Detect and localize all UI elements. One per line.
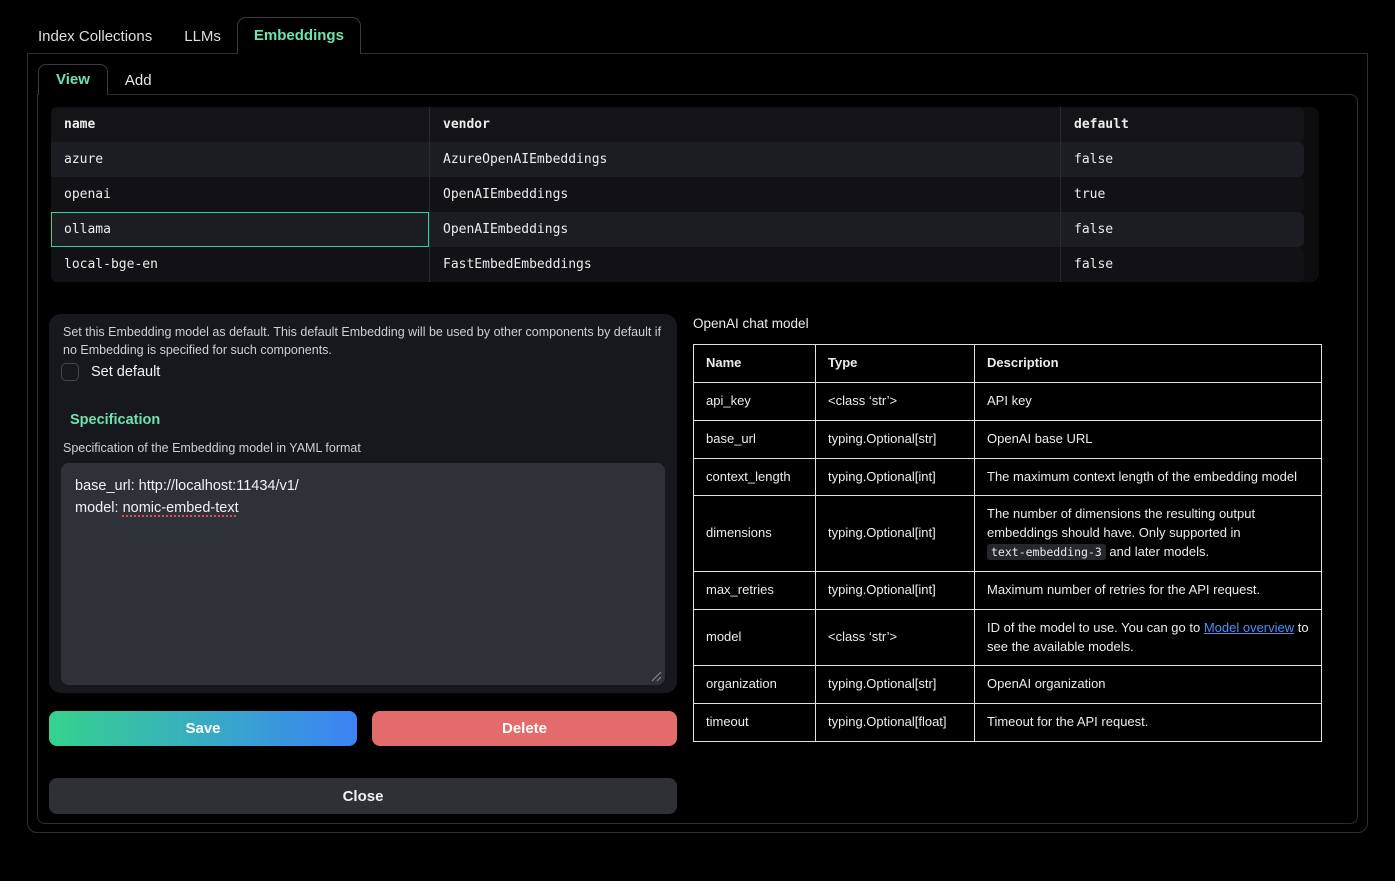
cell-vendor[interactable]: AzureOpenAIEmbeddings <box>429 142 1060 177</box>
tab-index-collections[interactable]: Index Collections <box>22 19 168 54</box>
cell-name[interactable]: openai <box>51 177 429 212</box>
param-name: base_url <box>694 420 816 458</box>
column-header-vendor: vendor <box>429 107 1060 142</box>
params-column-header-name: Name <box>694 345 816 383</box>
param-description: The number of dimensions the resulting o… <box>975 496 1322 572</box>
cell-default[interactable]: true <box>1060 177 1304 212</box>
subtab-view[interactable]: View <box>38 64 108 95</box>
cell-vendor[interactable]: OpenAIEmbeddings <box>429 177 1060 212</box>
column-header-default: default <box>1060 107 1304 142</box>
set-default-row: Set default <box>61 363 160 381</box>
top-tab-bar: Index Collections LLMs Embeddings <box>0 0 1395 54</box>
param-description: ID of the model to use. You can go to Mo… <box>975 609 1322 666</box>
model-overview-link[interactable]: Model overview <box>1204 620 1294 635</box>
specification-description: Specification of the Embedding model in … <box>63 441 361 455</box>
param-type: typing.Optional[int] <box>816 496 975 572</box>
params-panel-title: OpenAI chat model <box>693 316 809 331</box>
table-row-local-bge-en[interactable]: local-bge-enFastEmbedEmbeddingsfalse <box>51 247 1304 282</box>
param-type: typing.Optional[str] <box>816 666 975 704</box>
tab-llms[interactable]: LLMs <box>168 19 237 54</box>
save-button[interactable]: Save <box>49 711 357 746</box>
embedding-settings-panel: Set this Embedding model as default. Thi… <box>49 314 677 693</box>
param-name: max_retries <box>694 571 816 609</box>
param-description: API key <box>975 382 1322 420</box>
param-description: Maximum number of retries for the API re… <box>975 571 1322 609</box>
yaml-line: base_url: http://localhost:11434/v1/ <box>75 475 651 497</box>
misspelled-word: nomic-embed-text <box>123 500 239 516</box>
params-table: NameTypeDescription api_key<class ‘str’>… <box>693 344 1322 742</box>
param-type: typing.Optional[int] <box>816 571 975 609</box>
param-type: typing.Optional[float] <box>816 704 975 742</box>
params-row-context_length: context_lengthtyping.Optional[int]The ma… <box>694 458 1322 496</box>
param-description: OpenAI base URL <box>975 420 1322 458</box>
cell-default[interactable]: false <box>1060 247 1304 282</box>
yaml-line: model: nomic-embed-text <box>75 497 651 519</box>
table-row-azure[interactable]: azureAzureOpenAIEmbeddingsfalse <box>51 142 1304 177</box>
cell-vendor[interactable]: OpenAIEmbeddings <box>429 212 1060 247</box>
yaml-spec-textarea[interactable]: base_url: http://localhost:11434/v1/mode… <box>61 463 665 685</box>
table-row-openai[interactable]: openaiOpenAIEmbeddingstrue <box>51 177 1304 212</box>
params-row-dimensions: dimensionstyping.Optional[int]The number… <box>694 496 1322 572</box>
column-header-name: name <box>51 107 429 142</box>
cell-name[interactable]: ollama <box>51 212 429 247</box>
param-type: <class ‘str’> <box>816 382 975 420</box>
cell-name[interactable]: azure <box>51 142 429 177</box>
code-chip: text-embedding-3 <box>987 544 1106 560</box>
param-description: Timeout for the API request. <box>975 704 1322 742</box>
table-row-ollama[interactable]: ollamaOpenAIEmbeddingsfalse <box>51 212 1304 247</box>
param-name: model <box>694 609 816 666</box>
params-row-timeout: timeouttyping.Optional[float]Timeout for… <box>694 704 1322 742</box>
cell-vendor[interactable]: FastEmbedEmbeddings <box>429 247 1060 282</box>
embeddings-panel: View Add namevendordefaultazureAzureOpen… <box>27 53 1368 833</box>
param-type: typing.Optional[int] <box>816 458 975 496</box>
params-column-header-description: Description <box>975 345 1322 383</box>
param-type: typing.Optional[str] <box>816 420 975 458</box>
set-default-description: Set this Embedding model as default. Thi… <box>63 323 663 359</box>
param-type: <class ‘str’> <box>816 609 975 666</box>
params-row-base_url: base_urltyping.Optional[str]OpenAI base … <box>694 420 1322 458</box>
param-name: timeout <box>694 704 816 742</box>
sub-tab-bar: View Add <box>28 54 1367 95</box>
param-description: The maximum context length of the embedd… <box>975 458 1322 496</box>
cell-name[interactable]: local-bge-en <box>51 247 429 282</box>
params-row-api_key: api_key<class ‘str’>API key <box>694 382 1322 420</box>
param-description: OpenAI organization <box>975 666 1322 704</box>
view-tab-content: namevendordefaultazureAzureOpenAIEmbeddi… <box>37 94 1358 824</box>
cell-default[interactable]: false <box>1060 212 1304 247</box>
params-table-header-row: NameTypeDescription <box>694 345 1322 383</box>
close-button[interactable]: Close <box>49 778 677 814</box>
param-name: dimensions <box>694 496 816 572</box>
param-name: context_length <box>694 458 816 496</box>
set-default-label: Set default <box>91 364 160 380</box>
tab-embeddings[interactable]: Embeddings <box>237 17 361 54</box>
delete-button[interactable]: Delete <box>372 711 677 746</box>
resize-grip-icon[interactable] <box>651 671 662 682</box>
set-default-checkbox[interactable] <box>61 363 79 381</box>
params-row-organization: organizationtyping.Optional[str]OpenAI o… <box>694 666 1322 704</box>
params-column-header-type: Type <box>816 345 975 383</box>
embeddings-table-header-row: namevendordefault <box>51 107 1304 142</box>
params-row-max_retries: max_retriestyping.Optional[int]Maximum n… <box>694 571 1322 609</box>
param-name: api_key <box>694 382 816 420</box>
specification-heading: Specification <box>70 412 160 428</box>
cell-default[interactable]: false <box>1060 142 1304 177</box>
subtab-add[interactable]: Add <box>108 66 169 95</box>
params-row-model: model<class ‘str’>ID of the model to use… <box>694 609 1322 666</box>
param-name: organization <box>694 666 816 704</box>
embeddings-table: namevendordefaultazureAzureOpenAIEmbeddi… <box>51 107 1319 282</box>
